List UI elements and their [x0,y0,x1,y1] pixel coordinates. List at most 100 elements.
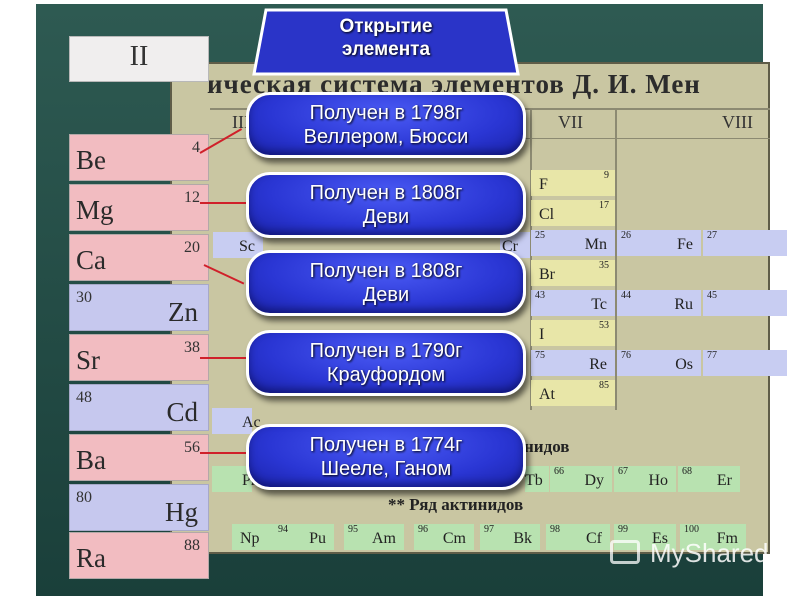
bg-cell-symbol: Dy [584,472,604,489]
element-number: 4 [192,139,200,156]
bg-cell-symbol: Cl [539,206,555,223]
bg-cell-symbol: Ho [648,472,668,489]
watermark-text: MyShared [650,538,769,568]
bg-cell-cm: 96 Cm [414,524,474,550]
bg-cell-symbol: Os [675,356,693,373]
element-symbol: Hg [165,497,198,527]
bubble-line-2: Веллером, Бюсси [303,126,469,148]
bg-cell-br: Br 35 [531,260,615,286]
bg-cell-symbol: Mn [584,236,607,253]
element-mg[interactable]: Mg 12 [69,184,209,231]
element-symbol: Ca [76,245,106,275]
bg-cell-bk: 97 Bk [480,524,540,550]
bg-cell-at: At 85 [531,380,615,406]
bg-cell-number: 27 [707,230,717,241]
lanthanides-label: нидов [524,437,570,456]
bg-cell-ac: Ac [212,408,261,434]
element-number: 88 [184,537,200,554]
bg-cell-symbol: Cf [586,530,602,547]
bg-cell-symbol: Tc [591,296,607,313]
bg-cell-dy: 66 Dy [550,466,612,492]
bg-cell-number: 68 [682,466,692,477]
bubble-line-1: Получен в 1774г [309,434,463,456]
element-number: 80 [76,489,92,506]
bg-cell-number: 95 [348,524,358,535]
discovery-bubble-ca[interactable]: Получен в 1808г Деви [246,250,526,316]
discovery-bubble-ba[interactable]: Получен в 1774г Шееле, Ганом [246,424,526,490]
bg-cell-symbol: Pu [309,530,326,547]
bg-cell-cl: Cl 17 [531,200,615,226]
bg-cell-tc: 43 Tc [531,290,615,316]
group-ii-header: II [69,36,209,82]
bg-cell-number: 35 [599,260,609,271]
bg-cell-cf: 98 Cf [546,524,610,550]
bg-cell-number: 43 [535,290,545,301]
bg-cell-number: 9 [604,170,609,181]
bg-cell-number: 94 [278,524,288,535]
bg-cell-number: 100 [684,524,699,535]
header-line-2: элемента [341,39,431,60]
bg-cell-number: 67 [618,466,628,477]
actinides-label: ** Ряд актинидов [388,495,524,514]
bg-cell-number: 77 [707,350,717,361]
bg-cell-ru: 44 Ru [617,290,701,316]
bg-cell-symbol: Cm [442,530,466,547]
bg-cell-symbol: I [539,326,545,343]
element-zn[interactable]: 30 Zn [69,284,209,331]
element-symbol: Sr [76,345,101,375]
element-hg[interactable]: 80 Hg [69,484,209,531]
element-ca[interactable]: Ca 20 [69,234,209,281]
connector-sr [200,357,248,359]
discovery-bubble-sr[interactable]: Получен в 1790г Крауфордом [246,330,526,396]
element-number: 56 [184,439,200,456]
bg-cell-symbol: Fe [677,236,693,253]
bg-cell-number: 45 [707,290,717,301]
bg-cell-number: 97 [484,524,494,535]
bubble-line-1: Получен в 1798г [309,102,463,124]
element-sr[interactable]: Sr 38 [69,334,209,381]
element-ba[interactable]: Ba 56 [69,434,209,481]
bg-cell-symbol: Am [372,530,396,547]
discovery-bubble-be[interactable]: Получен в 1798г Веллером, Бюсси [246,92,526,158]
connector-ba [200,452,248,454]
bg-cell-er: 68 Er [678,466,740,492]
element-cd[interactable]: 48 Cd [69,384,209,431]
bg-cell-am: 95 Am [344,524,404,550]
bg-cell-tb: Tb [525,466,549,492]
bubble-line-1: Получен в 1790г [309,340,463,362]
element-symbol: Ra [76,543,106,573]
bg-cell-number: 99 [618,524,628,535]
bg-cell-symbol: Np [240,530,260,547]
connector-mg [200,202,248,204]
element-ra[interactable]: Ra 88 [69,532,209,579]
element-symbol: Be [76,145,106,175]
bg-cell-i: I 53 [531,320,615,346]
bg-cell-symbol: Er [716,472,732,489]
bg-cell-symbol: Sc [239,238,255,255]
element-symbol: Ba [76,445,106,475]
element-number: 30 [76,289,92,306]
bg-cell-symbol: Tb [525,472,543,489]
bg-cell-number: 85 [599,380,609,391]
element-be[interactable]: Be 4 [69,134,209,181]
bg-cell-number: 98 [550,524,560,535]
bubble-line-2: Крауфордом [326,364,446,386]
bg-cell-symbol: F [539,176,548,193]
bg-cell-number: 26 [621,230,631,241]
element-number: 12 [184,189,200,206]
bg-cell-number: 53 [599,320,609,331]
bg-cell-number: 66 [554,466,564,477]
bubble-line-2: Деви [362,206,410,228]
bg-cell-fe: 26 Fe [617,230,701,256]
bg-cell-pu: 94 Pu [274,524,334,550]
header-line-1: Открытие [339,16,433,37]
bubble-line-2: Деви [362,284,410,306]
bg-cell-number: 75 [535,350,545,361]
bg-cell-symbol: Ru [674,296,693,313]
watermark: MyShared [606,536,796,576]
presentation-icon [610,540,640,564]
bg-cell-f: F 9 [531,170,615,196]
bubble-line-1: Получен в 1808г [309,260,463,282]
bg-cell-symbol: Re [589,356,607,373]
discovery-bubble-mg[interactable]: Получен в 1808г Деви [246,172,526,238]
